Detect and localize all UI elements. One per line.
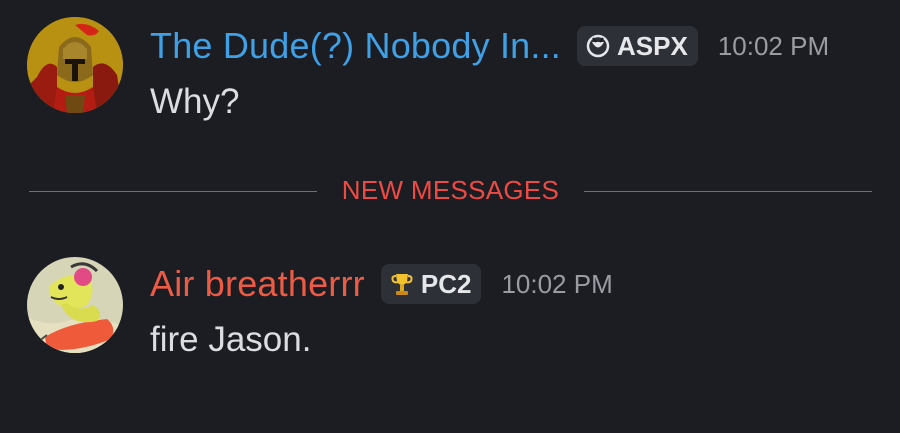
timestamp: 10:02 PM [717,30,830,61]
tag-label: ASPX [617,30,688,61]
divider-label: NEW MESSAGES [341,175,560,205]
divider-line [584,191,872,192]
server-tag-icon [585,33,611,59]
message-content: fire Jason. [150,320,312,359]
message-content: Why? [150,82,240,121]
message-header: The Dude(?) Nobody In... ASPX 10:02 PM [150,22,829,70]
username[interactable]: The Dude(?) Nobody In... [150,25,561,67]
avatar[interactable] [27,257,123,353]
spartan-helmet-avatar [27,17,123,113]
tag-label: PC2 [420,268,472,299]
server-tag[interactable]: PC2 [380,264,482,304]
server-tag[interactable]: ASPX [577,26,698,66]
chat-message-list: The Dude(?) Nobody In... ASPX 10:02 PM W… [0,0,900,433]
trophy-icon [389,271,415,297]
message-header: Air breatherrr PC2 10:02 PM [150,260,613,308]
divider-line [29,191,317,192]
message-item[interactable]: The Dude(?) Nobody In... ASPX 10:02 PM W… [0,0,900,150]
new-messages-divider: NEW MESSAGES [29,173,872,209]
username[interactable]: Air breatherrr [150,263,365,305]
cartoon-character-avatar [27,257,123,353]
avatar[interactable] [27,17,123,113]
timestamp: 10:02 PM [501,268,613,299]
message-item[interactable]: Air breatherrr PC2 10:02 PM fire Jason. [0,240,900,370]
